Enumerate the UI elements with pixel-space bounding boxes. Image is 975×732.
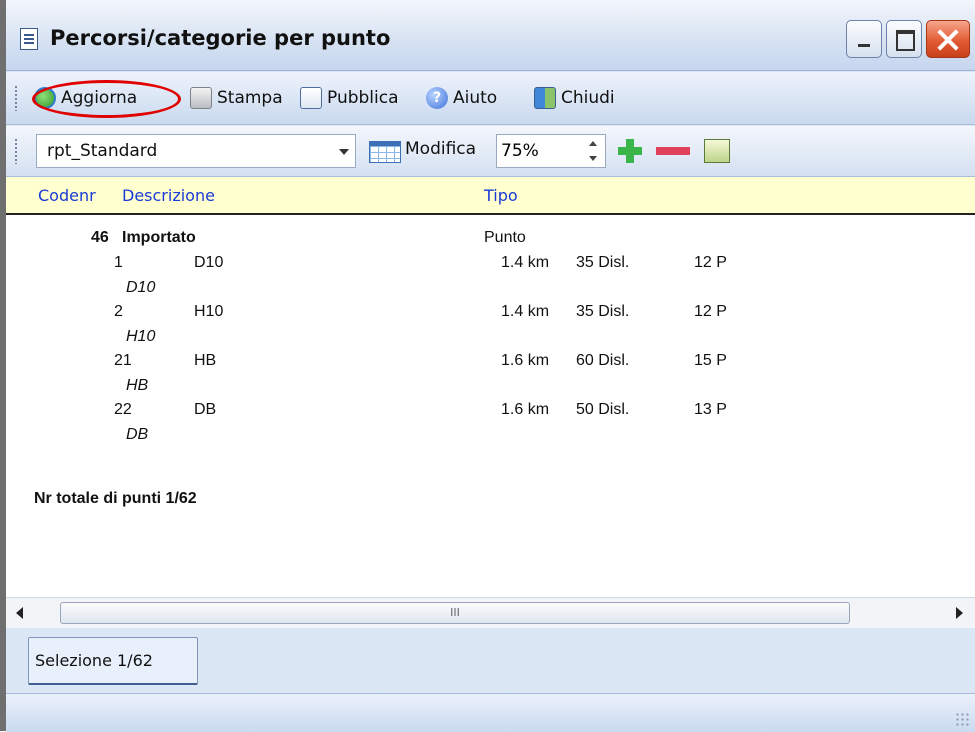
total-label: Nr totale di punti 1/62 bbox=[34, 490, 197, 507]
row-subtitle: HB bbox=[126, 377, 149, 394]
print-icon bbox=[190, 87, 212, 109]
window-title: Percorsi/categorie per punto bbox=[50, 26, 391, 50]
scroll-left-icon[interactable] bbox=[16, 607, 23, 619]
row-distance: 1.6 km bbox=[501, 401, 550, 418]
zoom-stepper[interactable]: 75% bbox=[496, 134, 606, 168]
export-icon[interactable] bbox=[704, 139, 730, 163]
layout-value: rpt_Standard bbox=[47, 141, 158, 161]
column-type: Tipo bbox=[484, 186, 518, 205]
row-points: 13 P bbox=[694, 401, 727, 418]
row-number: 22 bbox=[114, 401, 132, 418]
row-distance: 1.6 km bbox=[501, 352, 550, 369]
chevron-down-icon[interactable] bbox=[339, 149, 349, 155]
row-distance: 1.4 km bbox=[501, 303, 550, 320]
main-toolbar: Aggiorna Stampa Pubblica ? Aiuto Chiudi bbox=[6, 72, 975, 125]
print-button[interactable]: Stampa bbox=[190, 72, 283, 124]
refresh-icon bbox=[34, 87, 56, 109]
maximize-button[interactable] bbox=[886, 20, 922, 58]
document-icon bbox=[20, 28, 38, 50]
plus-icon[interactable] bbox=[618, 139, 642, 163]
row-number: 21 bbox=[114, 352, 132, 369]
row-points: 15 P bbox=[694, 352, 727, 369]
row-code: H10 bbox=[194, 303, 224, 320]
publish-button[interactable]: Pubblica bbox=[300, 72, 399, 124]
row-climb: 35 Disl. bbox=[576, 254, 630, 271]
help-button[interactable]: ? Aiuto bbox=[426, 72, 497, 124]
scroll-thumb[interactable]: III bbox=[60, 602, 850, 624]
row-code: HB bbox=[194, 352, 217, 369]
help-icon: ? bbox=[426, 87, 448, 109]
row-code: DB bbox=[194, 401, 217, 418]
column-description: Descrizione bbox=[122, 186, 215, 205]
help-label: Aiuto bbox=[453, 88, 498, 108]
refresh-label: Aggiorna bbox=[61, 88, 138, 108]
layout-select[interactable]: rpt_Standard bbox=[36, 134, 356, 168]
row-subtitle: DB bbox=[126, 426, 149, 443]
column-code: Codenr bbox=[38, 186, 96, 205]
zoom-value: 75% bbox=[501, 141, 539, 161]
report-toolbar: rpt_Standard Modifica 75% bbox=[6, 126, 975, 177]
row-climb: 50 Disl. bbox=[576, 401, 630, 418]
publish-label: Pubblica bbox=[327, 88, 399, 108]
tab-selection-label: Selezione 1/62 bbox=[35, 651, 153, 670]
report-window: Percorsi/categorie per punto Aggiorna St… bbox=[0, 0, 975, 732]
tab-strip: Selezione 1/62 bbox=[6, 628, 975, 692]
row-distance: 1.4 km bbox=[501, 254, 550, 271]
toolbar-grip[interactable] bbox=[14, 138, 18, 164]
print-label: Stampa bbox=[217, 88, 283, 108]
horizontal-scrollbar[interactable]: III bbox=[6, 597, 975, 628]
group-code: 46 bbox=[91, 229, 109, 246]
row-points: 12 P bbox=[694, 303, 727, 320]
report-area: Codenr Descrizione Tipo 46 Importato Pun… bbox=[6, 177, 975, 597]
status-bar bbox=[6, 693, 975, 732]
close-window-button[interactable] bbox=[926, 20, 970, 58]
row-points: 12 P bbox=[694, 254, 727, 271]
scroll-right-icon[interactable] bbox=[956, 607, 963, 619]
row-subtitle: H10 bbox=[126, 328, 156, 345]
row-climb: 60 Disl. bbox=[576, 352, 630, 369]
toolbar-grip[interactable] bbox=[14, 85, 18, 111]
row-number: 1 bbox=[114, 254, 123, 271]
minus-icon[interactable] bbox=[656, 147, 690, 155]
tab-selection[interactable]: Selezione 1/62 bbox=[28, 637, 198, 685]
edit-button[interactable]: Modifica bbox=[405, 139, 476, 159]
grid-icon[interactable] bbox=[369, 141, 401, 163]
report-header: Codenr Descrizione Tipo bbox=[6, 177, 975, 215]
publish-icon bbox=[300, 87, 322, 109]
close-app-icon bbox=[534, 87, 556, 109]
row-subtitle: D10 bbox=[126, 279, 156, 296]
row-number: 2 bbox=[114, 303, 123, 320]
spinner-icon[interactable] bbox=[589, 141, 597, 161]
close-app-button[interactable]: Chiudi bbox=[534, 72, 615, 124]
row-climb: 35 Disl. bbox=[576, 303, 630, 320]
scroll-grip: III bbox=[450, 606, 460, 619]
refresh-button[interactable]: Aggiorna bbox=[34, 72, 137, 124]
group-name: Importato bbox=[122, 229, 196, 246]
row-code: D10 bbox=[194, 254, 224, 271]
close-app-label: Chiudi bbox=[561, 88, 615, 108]
resize-grip-icon[interactable] bbox=[955, 712, 969, 726]
group-type: Punto bbox=[484, 229, 526, 246]
minimize-button[interactable] bbox=[846, 20, 882, 58]
title-bar[interactable]: Percorsi/categorie per punto bbox=[6, 0, 975, 71]
